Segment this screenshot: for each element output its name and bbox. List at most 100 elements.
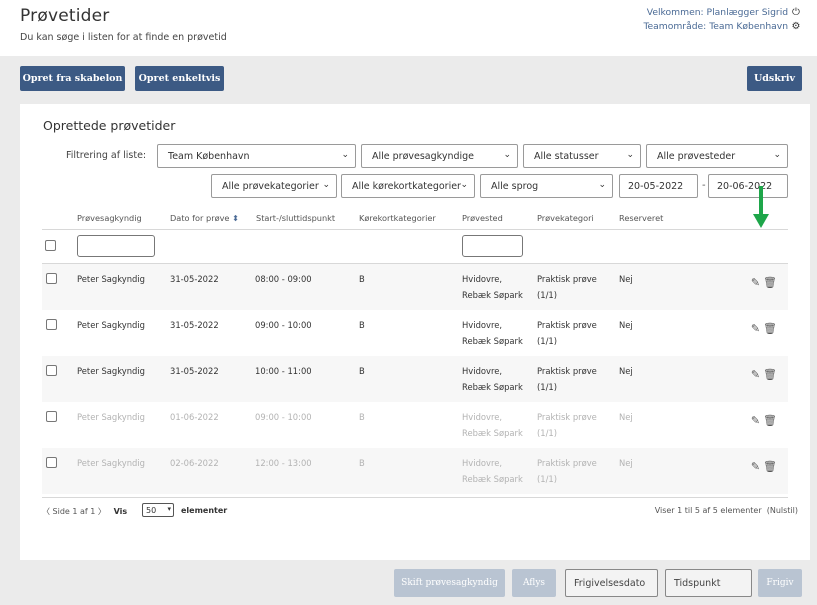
cell-examiner: Peter Sagkyndig [77,412,145,422]
cell-time: 09:00 - 10:00 [255,320,312,330]
page-title: Prøvetider [20,6,110,26]
page-size-value: 50 [146,505,157,515]
create-single-button[interactable]: Opret enkeltvis [135,66,224,91]
edit-icon[interactable]: ✎ [751,322,763,335]
edit-icon[interactable]: ✎ [751,414,763,427]
column-header-date[interactable]: Dato for prøve ⬍ [170,213,239,223]
page-size-select[interactable]: 50 ▾ [142,503,174,517]
date-from-input[interactable]: 20-05-2022 [619,174,698,198]
cell-location-line2: Rebæk Søpark [462,336,523,346]
row-actions: ✎🗑 [751,460,780,473]
select-all-checkbox[interactable] [45,240,56,251]
trash-icon[interactable]: 🗑 [763,414,780,427]
filter-label: Filtrering af liste: [66,150,147,161]
column-header-reserved[interactable]: Reserveret [619,213,663,223]
status-select[interactable]: Alle statusser ⌄ [523,144,641,168]
column-header-examiner[interactable]: Prøvesagkyndig [77,213,142,223]
elements-label: elementer [181,506,227,515]
cell-license: B [359,458,365,468]
chevron-down-icon: ⌄ [460,180,468,190]
reset-link[interactable]: (Nulstil) [767,506,798,515]
edit-icon[interactable]: ✎ [751,276,763,289]
cell-date: 31-05-2022 [170,274,219,284]
team-select[interactable]: Team København ⌄ [157,144,356,168]
row-checkbox[interactable] [46,365,57,376]
print-button[interactable]: Udskriv [747,66,802,91]
time-input[interactable]: Tidspunkt [665,569,752,597]
edit-icon[interactable]: ✎ [751,460,763,473]
cell-location-line1: Hvidovre, [462,458,503,468]
timeslots-panel: Oprettede prøvetider Filtrering af liste… [20,104,810,560]
column-header-category[interactable]: Prøvekategori [537,213,594,223]
power-icon[interactable]: ⏻ [791,6,801,20]
user-info: Velkommen: Planlægger Sigrid ⏻ Teamområd… [643,6,801,34]
change-examiner-button[interactable]: Skift prøvesagkyndig [394,569,505,597]
cell-reserved: Nej [619,320,633,330]
trash-icon[interactable]: 🗑 [763,460,780,473]
table-row[interactable]: Peter Sagkyndig 31-05-2022 08:00 - 09:00… [42,264,788,310]
edit-icon[interactable]: ✎ [751,368,763,381]
row-actions: ✎🗑 [751,276,780,289]
cell-category-line2: (1/1) [537,290,558,300]
release-date-input[interactable]: Frigivelsesdato [565,569,658,597]
location-select-value: Alle prøvesteder [657,150,736,162]
column-header-time[interactable]: Start-/sluttidspunkt [256,213,335,223]
create-from-template-button[interactable]: Opret fra skabelon [20,66,125,91]
elements-label-text: elementer [181,506,228,515]
cell-category-line2: (1/1) [537,428,558,438]
page-subtitle: Du kan søge i listen for at finde en prø… [20,32,227,43]
cell-location-line1: Hvidovre, [462,274,503,284]
location-column-filter-input[interactable] [462,235,523,257]
category-select[interactable]: Alle prøvekategorier ⌄ [211,174,337,198]
row-checkbox[interactable] [46,457,57,468]
license-category-select[interactable]: Alle kørekortkategorier ⌄ [341,174,475,198]
gear-icon[interactable]: ⚙ [791,20,801,34]
cell-time: 10:00 - 11:00 [255,366,312,376]
trash-icon[interactable]: 🗑 [763,368,780,381]
cell-location-line2: Rebæk Søpark [462,290,523,300]
language-select[interactable]: Alle sprog ⌄ [480,174,613,198]
examiner-column-filter-input[interactable] [77,235,155,257]
page-text: Side 1 af 1 [52,507,96,516]
release-button[interactable]: Frigiv [758,569,802,597]
date-to-input[interactable]: 20-06-2022 [708,174,788,198]
cancel-button[interactable]: Aflys [512,569,556,597]
trash-icon[interactable]: 🗑 [763,322,780,335]
cell-location-line1: Hvidovre, [462,412,503,422]
table-row[interactable]: Peter Sagkyndig 02-06-2022 12:00 - 13:00… [42,448,788,494]
row-checkbox[interactable] [46,273,57,284]
column-header-location[interactable]: Prøvested [462,213,503,223]
table-row[interactable]: Peter Sagkyndig 31-05-2022 10:00 - 11:00… [42,356,788,402]
trash-icon[interactable]: 🗑 [763,276,780,289]
row-checkbox[interactable] [46,319,57,330]
chevron-down-icon: ⌄ [322,180,330,190]
cell-date: 31-05-2022 [170,366,219,376]
cell-category: Praktisk prøve (1/1) [537,409,597,441]
cell-examiner: Peter Sagkyndig [77,458,145,468]
cell-category: Praktisk prøve (1/1) [537,455,597,487]
cell-category-line1: Praktisk prøve [537,274,597,284]
column-header-license-category[interactable]: Kørekortkategorier [359,213,436,223]
table-row[interactable]: Peter Sagkyndig 01-06-2022 09:00 - 10:00… [42,402,788,448]
examiner-select[interactable]: Alle prøvesagkyndige ⌄ [361,144,518,168]
pager: 〈 Side 1 af 1 〉 Vis [42,506,127,517]
location-select[interactable]: Alle prøvesteder ⌄ [646,144,788,168]
cell-location: Hvidovre, Rebæk Søpark [462,271,523,303]
chevron-right-icon[interactable]: 〉 [98,507,106,516]
chevron-left-icon[interactable]: 〈 [42,507,50,516]
cell-examiner: Peter Sagkyndig [77,274,145,284]
pagination-summary: Viser 1 til 5 af 5 elementer (Nulstil) [655,506,798,515]
row-actions: ✎🗑 [751,368,780,381]
table-bottom-divider [42,497,788,498]
row-checkbox[interactable] [46,411,57,422]
category-select-value: Alle prøvekategorier [222,180,319,192]
cell-time: 09:00 - 10:00 [255,412,312,422]
header-divider [42,229,788,230]
status-select-value: Alle statusser [534,150,599,162]
cell-location-line2: Rebæk Søpark [462,382,523,392]
chevron-down-icon: ⌄ [773,150,781,160]
team-area-text: Teamområde: Team København [643,21,789,32]
summary-text: Viser 1 til 5 af 5 elementer [654,506,762,515]
cell-location-line1: Hvidovre, [462,320,503,330]
table-row[interactable]: Peter Sagkyndig 31-05-2022 09:00 - 10:00… [42,310,788,356]
